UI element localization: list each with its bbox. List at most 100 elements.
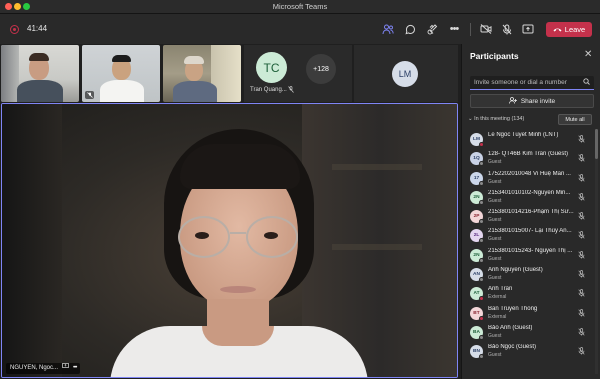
share-icon[interactable] (520, 21, 536, 37)
participant-name: Anh Trần (488, 286, 513, 293)
participant-name: Ánh Nguyễn (Guest) (488, 267, 543, 274)
presence-status-icon (479, 296, 484, 302)
participant-row[interactable]: LM Le Ngoc Tuyet Minh (LNT) (462, 130, 595, 149)
participant-row[interactable]: 2L 2153801015007- Lại Thùy An... Guest (462, 226, 595, 245)
participant-name: Bảo Ngọc (Guest) (488, 344, 537, 351)
avatar: LM (392, 61, 418, 87)
mute-all-button[interactable]: Mute all (558, 114, 592, 125)
participant-row[interactable]: 17 1752202010048 Vi Huệ Mẫn ... Guest (462, 169, 595, 188)
mic-off-icon[interactable] (578, 173, 585, 184)
mic-off-icon[interactable] (578, 328, 585, 338)
more-icon[interactable]: ••• (446, 21, 462, 37)
teams-window: Microsoft Teams 41:44 ••• Leave TC Tran … (0, 0, 600, 379)
participant-role: Guest (488, 352, 502, 359)
chat-icon[interactable] (402, 21, 418, 37)
participant-role: External (488, 313, 507, 320)
reactions-icon[interactable] (424, 21, 440, 37)
person-shirt (173, 81, 217, 102)
in-meeting-section-toggle[interactable]: ⌄ In this meeting (134) (468, 116, 524, 122)
recording-icon (10, 25, 19, 34)
panel-title: Participants (470, 51, 519, 61)
mic-off-icon[interactable] (578, 212, 585, 222)
presence-status-icon (479, 354, 484, 360)
mic-off-icon[interactable] (578, 270, 585, 280)
person-collar (202, 326, 274, 346)
participant-role: Guest (488, 178, 502, 185)
scrollbar-thumb[interactable] (595, 129, 598, 159)
presence-status-icon (479, 219, 484, 225)
person-mouth (220, 286, 256, 293)
camera-off-icon[interactable] (478, 21, 494, 37)
close-icon[interactable]: ✕ (584, 49, 592, 60)
mic-off-icon[interactable] (578, 289, 585, 299)
mic-off-icon[interactable] (499, 21, 515, 37)
participant-role: External (488, 294, 507, 301)
screen-share-icon (62, 363, 69, 374)
scrollbar-track[interactable] (595, 129, 598, 374)
mic-off-icon[interactable] (578, 154, 585, 164)
background-shelf-line (332, 244, 422, 250)
person-shirt (17, 80, 63, 102)
presence-status-icon (479, 238, 484, 244)
main-speaker-video[interactable]: NGUYEN, Ngoc... ••• (1, 103, 458, 378)
participant-tile-lm[interactable]: LM (354, 45, 458, 102)
video-stage: TC Tran Quang... +128 LM NGUYEN, Ngoc...… (0, 44, 461, 379)
participants-panel: Participants ✕ Share invite ⌄ In this me… (461, 44, 600, 379)
participant-name: 128- QT46B Kim Trần (Guest) (488, 151, 569, 158)
participant-row[interactable]: 2P 2153801014216-Phạm Thị Sư... Guest (462, 207, 595, 226)
invite-input[interactable] (470, 76, 594, 90)
participant-row[interactable]: BT Ban Truyen Thong External (462, 304, 595, 323)
leave-button[interactable]: Leave (546, 22, 592, 37)
participant-role: Guest (488, 197, 502, 204)
leave-label: Leave (564, 25, 586, 34)
participant-row[interactable]: BA Bảo Anh (Guest) Guest (462, 323, 595, 342)
mic-off-icon[interactable] (578, 193, 585, 203)
participant-video-thumbnail[interactable] (82, 45, 160, 102)
participant-row[interactable]: 1Q 128- QT46B Kim Trần (Guest) Guest (462, 149, 595, 168)
share-invite-button[interactable]: Share invite (470, 94, 594, 108)
person-hair (184, 56, 204, 64)
share-invite-label: Share invite (520, 97, 556, 105)
participant-video-thumbnail[interactable] (163, 45, 241, 102)
person-eye (195, 232, 209, 239)
presence-status-icon (479, 199, 484, 205)
toolbar-divider (470, 23, 471, 36)
participant-video-thumbnail[interactable] (1, 45, 79, 102)
people-icon[interactable] (380, 21, 396, 37)
hangup-icon (553, 25, 562, 34)
participant-row[interactable]: 2N 2153801015243- Nguyễn Thị ... Guest (462, 246, 595, 265)
participant-list: LM Le Ngoc Tuyet Minh (LNT) 1Q 128- QT46B K… (462, 130, 595, 379)
mic-off-icon[interactable] (578, 231, 585, 241)
participant-role: Guest (488, 275, 502, 282)
participant-row[interactable]: AT Anh Trần External (462, 284, 595, 303)
more-icon[interactable]: ••• (73, 363, 77, 374)
participant-row[interactable]: 2N 2153401010102-Nguyễn Min... Guest (462, 188, 595, 207)
window-title: Microsoft Teams (272, 2, 328, 11)
participant-role: Guest (488, 255, 502, 262)
mic-off-icon[interactable] (578, 347, 585, 357)
participant-name: 2153801015243- Nguyễn Thị ... (488, 247, 573, 254)
participant-role: Guest (488, 332, 502, 339)
mic-off-icon[interactable] (578, 250, 585, 261)
participant-name: Le Ngoc Tuyet Minh (LNT) (488, 132, 559, 138)
participant-tile-tc[interactable]: TC Tran Quang... +128 (244, 45, 352, 102)
mic-off-icon[interactable] (578, 135, 585, 145)
in-meeting-label: In this meeting (134) (474, 116, 525, 122)
participant-role: Guest (488, 217, 502, 224)
search-icon[interactable] (583, 78, 590, 87)
participant-row[interactable]: BN Bảo Ngọc (Guest) Guest (462, 342, 595, 361)
participant-name: 2153401010102-Nguyễn Min... (488, 189, 571, 196)
mic-off-icon[interactable] (578, 308, 585, 319)
presence-status-icon (479, 161, 484, 167)
presence-status-icon (479, 142, 484, 147)
background-dark (2, 104, 62, 377)
participant-row[interactable]: AN Ánh Nguyễn (Guest) Guest (462, 265, 595, 284)
person-bangs (180, 144, 300, 189)
mic-off-icon (288, 86, 294, 95)
presence-status-icon (479, 315, 484, 321)
presence-status-icon (479, 180, 484, 186)
overflow-participants-count[interactable]: +128 (306, 54, 336, 84)
participant-name: 2153801014216-Phạm Thị Sư... (488, 209, 574, 216)
participant-role: Guest (488, 236, 502, 243)
participant-role: Guest (488, 159, 502, 166)
